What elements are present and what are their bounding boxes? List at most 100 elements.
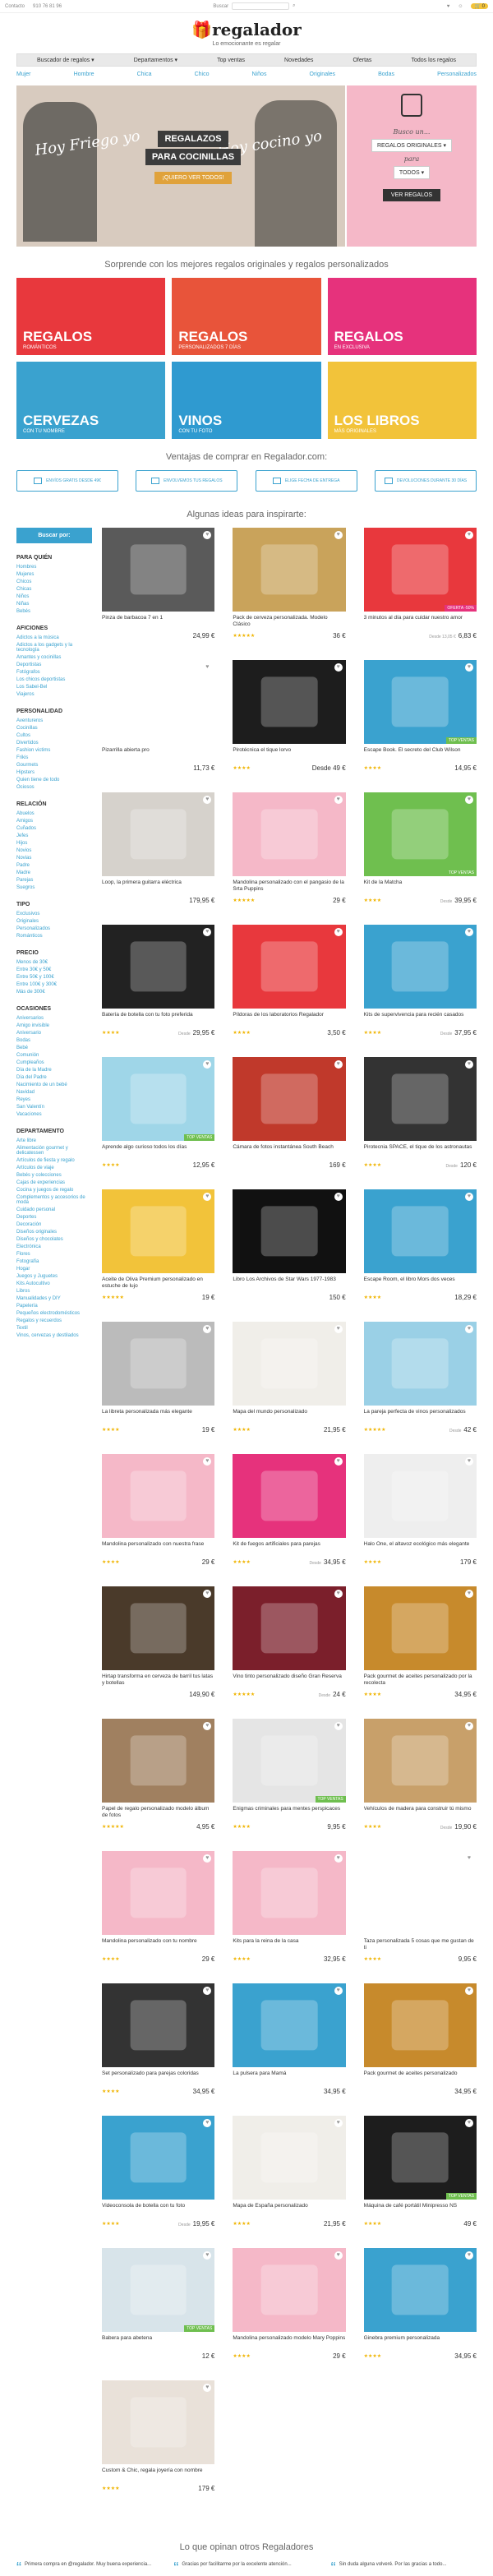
filter-link[interactable]: Fotografía — [16, 1259, 92, 1264]
filter-link[interactable]: Bebé — [16, 1046, 92, 1050]
product-image[interactable]: ♥ — [102, 925, 215, 1009]
filter-link[interactable]: Fashion victims — [16, 748, 92, 753]
nav-buscador[interactable]: Buscador de regalos ▾ — [37, 57, 94, 63]
filter-link[interactable]: Flores — [16, 1252, 92, 1257]
filter-link[interactable]: Día de la Madre — [16, 1068, 92, 1073]
product-name[interactable]: Kits para la reina de la casa — [233, 1938, 345, 1952]
product-card[interactable]: ♥ Vehículos de madera para construir tú m… — [363, 1719, 477, 1851]
product-card[interactable]: ♥ Batería de botella con tu foto preferid… — [102, 925, 215, 1057]
product-card[interactable]: ♥ OFERTA -50% 3 minutos al día para cuidar… — [363, 528, 477, 660]
product-image[interactable]: ♥ — [102, 2116, 215, 2200]
wishlist-heart-icon[interactable]: ♥ — [464, 1987, 473, 1995]
filter-link[interactable]: Quien tiene de todo — [16, 778, 92, 782]
filter-link[interactable]: Artículos de viaje — [16, 1166, 92, 1170]
product-name[interactable]: Pack gourmet de aceites personalizado — [364, 2070, 477, 2084]
product-card[interactable]: ♥ Pirotecnia SPACE, el tique de los astro… — [363, 1057, 477, 1189]
filter-link[interactable]: Los chicos deportistas — [16, 677, 92, 682]
product-name[interactable]: Set personalizado para parejas coloridas — [102, 2070, 214, 2084]
product-image[interactable]: ♥ — [233, 1454, 346, 1538]
wishlist-heart-icon[interactable]: ♥ — [464, 928, 473, 936]
product-image[interactable]: ♥ — [102, 1586, 215, 1670]
product-name[interactable]: Vehículos de madera para construir tú mi… — [364, 1806, 477, 1820]
filter-link[interactable]: Hijos — [16, 841, 92, 846]
wishlist-heart-icon[interactable]: ♥ — [464, 2119, 473, 2127]
filter-link[interactable]: Bebés y colecciones — [16, 1173, 92, 1178]
product-name[interactable]: Mandolina personalizado con tu nombre — [102, 1938, 214, 1952]
filter-link[interactable]: Reyes — [16, 1097, 92, 1102]
phone-number[interactable]: 910 76 81 96 — [33, 4, 62, 9]
filter-link[interactable]: Aniversarios — [16, 1016, 92, 1021]
filter-link[interactable]: Diseños y chocolates — [16, 1237, 92, 1242]
filter-link[interactable]: Chicos — [16, 579, 92, 584]
wishlist-heart-icon[interactable]: ♥ — [464, 1325, 473, 1333]
product-card[interactable]: ♥ TOP VENTAS Babera para abetena 12 € — [102, 2248, 215, 2380]
filter-link[interactable]: Adictos a la música — [16, 635, 92, 640]
product-name[interactable]: Libro Los Archivos de Star Wars 1977-198… — [233, 1276, 345, 1290]
product-image[interactable]: ♥ TOP VENTAS — [363, 792, 477, 876]
filter-link[interactable]: Románticos — [16, 934, 92, 939]
product-name[interactable]: Mandolina personalizado con el pangasio … — [233, 879, 345, 893]
wishlist-heart-icon[interactable]: ♥ — [464, 1854, 473, 1863]
product-name[interactable]: Halo One, el altavoz ecológico más elega… — [364, 1541, 477, 1555]
product-image[interactable]: ♥ TOP VENTAS — [102, 2248, 215, 2332]
filter-link[interactable]: Bebés — [16, 609, 92, 614]
wishlist-heart-icon[interactable]: ♥ — [203, 2251, 212, 2260]
filter-link[interactable]: Aventureros — [16, 718, 92, 723]
product-card[interactable]: ♥ Mandolina personalizado modelo Mary Pop… — [233, 2248, 346, 2380]
filter-link[interactable]: Manualidades y DIY — [16, 1296, 92, 1301]
wishlist-heart-icon[interactable]: ♥ — [464, 1060, 473, 1069]
product-card[interactable]: ♥ Libro Los Archivos de Star Wars 1977-19… — [233, 1189, 346, 1322]
filter-link[interactable]: Adictos a los gadgets y la tecnología — [16, 643, 92, 653]
product-card[interactable]: ♥ Pizarrilla abierta pro 11,73 € — [102, 660, 215, 792]
product-name[interactable]: Escape Room, el libro Mors dos veces — [364, 1276, 477, 1290]
filter-link[interactable]: Arte libre — [16, 1138, 92, 1143]
user-icon[interactable]: ♥ — [447, 4, 450, 9]
category-tile[interactable]: CERVEZAS CON TU NOMBRE — [16, 362, 166, 439]
product-name[interactable]: Babera para abetena — [102, 2335, 214, 2349]
filter-link[interactable]: Parejas — [16, 878, 92, 883]
subnav-hombre[interactable]: Hombre — [74, 72, 94, 77]
product-card[interactable]: ♥ Pack gourmet de aceites personalizado 34… — [363, 1983, 477, 2116]
site-logo[interactable]: 🎁regalador — [0, 20, 493, 39]
product-name[interactable]: Máquina de café portátil Minipresso NS — [364, 2203, 477, 2217]
filter-link[interactable]: Cocinillas — [16, 726, 92, 731]
filter-link[interactable]: Originales — [16, 919, 92, 924]
wishlist-heart-icon[interactable]: ♥ — [464, 1722, 473, 1730]
filter-link[interactable]: Vinos, cervezas y destilados — [16, 1333, 92, 1338]
filter-link[interactable]: Los Sabel-Bel — [16, 685, 92, 690]
subnav-mujer[interactable]: Mujer — [16, 72, 31, 77]
wishlist-heart-icon[interactable]: ♥ — [203, 1457, 212, 1466]
product-name[interactable]: La pareja perfecta de vinos personalizad… — [364, 1409, 477, 1423]
wishlist-heart-icon[interactable]: ♥ — [203, 1722, 212, 1730]
wishlist-heart-icon[interactable]: ♥ — [334, 531, 343, 539]
account-icon[interactable]: ☺ — [458, 4, 463, 9]
product-card[interactable]: ♥ Mandolina personalizado con el pangasio… — [233, 792, 346, 925]
wishlist-heart-icon[interactable]: ♥ — [203, 2119, 212, 2127]
filter-link[interactable]: Frikis — [16, 755, 92, 760]
product-image[interactable]: ♥ TOP VENTAS — [363, 2116, 477, 2200]
product-image[interactable]: ♥ — [233, 1322, 346, 1406]
filter-link[interactable]: Hombres — [16, 565, 92, 570]
wishlist-heart-icon[interactable]: ♥ — [203, 1325, 212, 1333]
product-name[interactable]: Hirtap transforma en cerveza de barril t… — [102, 1673, 214, 1687]
filter-link[interactable]: Fotógrafos — [16, 670, 92, 675]
wishlist-heart-icon[interactable]: ♥ — [203, 928, 212, 936]
product-card[interactable]: ♥ Hirtap transforma en cerveza de barril … — [102, 1586, 215, 1719]
wishlist-heart-icon[interactable]: ♥ — [203, 796, 212, 804]
filter-link[interactable]: Chicas — [16, 587, 92, 592]
filter-link[interactable]: Electrónica — [16, 1244, 92, 1249]
filter-link[interactable]: Entre 50€ y 100€ — [16, 975, 92, 980]
product-image[interactable]: ♥ — [102, 1851, 215, 1935]
filter-link[interactable]: Complementos y accesorios de moda — [16, 1195, 92, 1205]
search-input[interactable] — [232, 2, 290, 10]
product-image[interactable]: ♥ — [363, 1057, 477, 1141]
product-image[interactable]: ♥ — [363, 1586, 477, 1670]
hero-slide[interactable]: Hoy Friego yo Hoy cocino yo REGALAZOS PA… — [16, 85, 345, 247]
product-image[interactable]: ♥ — [363, 2248, 477, 2332]
wishlist-heart-icon[interactable]: ♥ — [334, 1193, 343, 1201]
filter-link[interactable]: Divertidos — [16, 741, 92, 746]
product-name[interactable]: Mapa de España personalizado — [233, 2203, 345, 2217]
product-card[interactable]: ♥ Mandolina personalizado con tu nombre ★★… — [102, 1851, 215, 1983]
wishlist-heart-icon[interactable]: ♥ — [334, 2119, 343, 2127]
filter-link[interactable]: Novias — [16, 856, 92, 861]
